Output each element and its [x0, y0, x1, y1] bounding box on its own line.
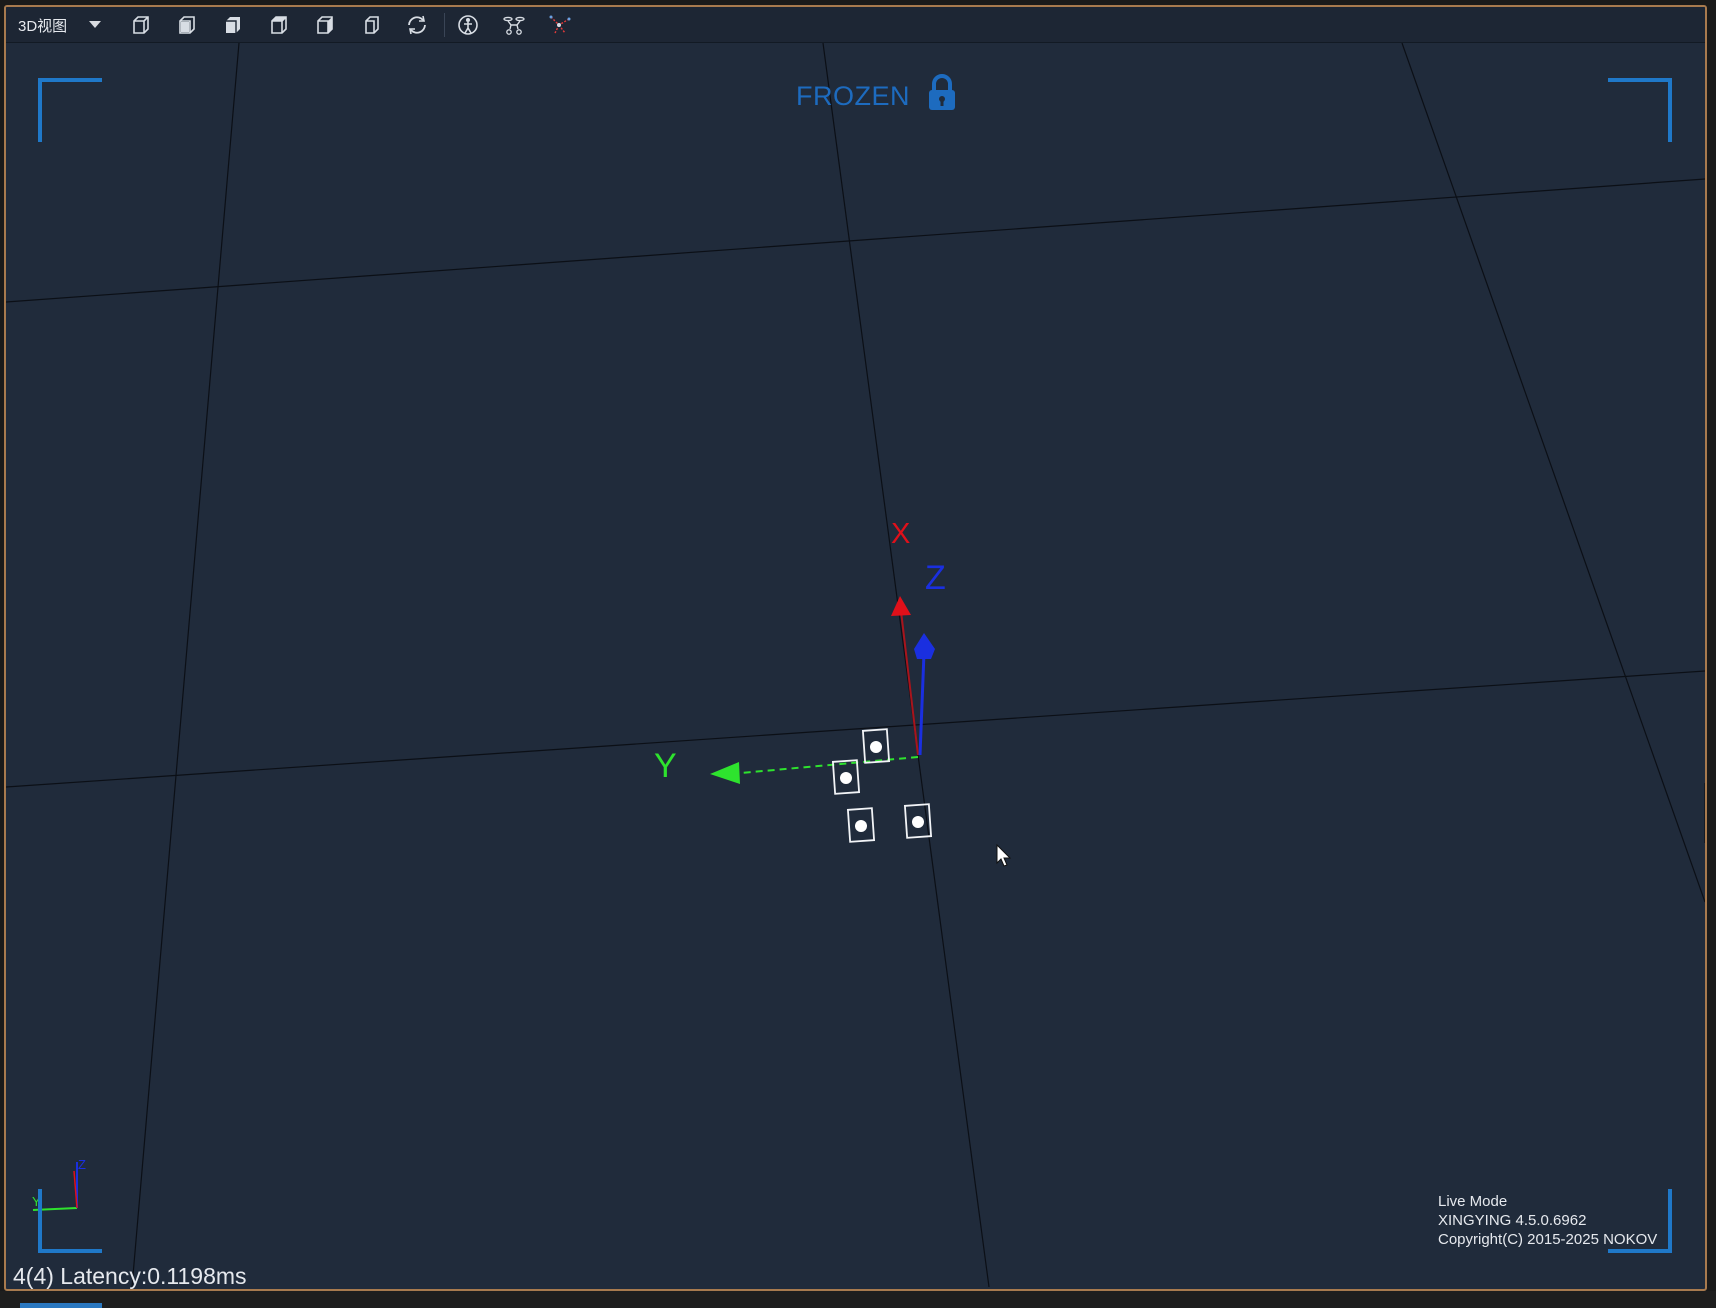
view-top-icon[interactable] [358, 13, 384, 37]
mode-label: Live Mode [1438, 1193, 1508, 1210]
view-mode-dropdown[interactable]: 3D视图 [6, 7, 114, 43]
z-axis: Z [914, 559, 946, 756]
corner-bracket-bottom-left [38, 1189, 102, 1253]
active-tab-indicator[interactable] [20, 1303, 102, 1308]
bottom-tab-bar [0, 1291, 1716, 1308]
3d-viewport[interactable]: Y X Z Y Z FROZEN 4(4) Latency:0.1198ms L… [6, 43, 1705, 1289]
gizmo-z-label: Z [78, 1157, 86, 1172]
view-right-icon[interactable] [312, 13, 338, 37]
y-axis: Y [654, 747, 919, 785]
view-back-icon[interactable] [220, 13, 246, 37]
y-axis-arrowhead [710, 762, 740, 784]
marker[interactable] [846, 807, 876, 843]
y-axis-label: Y [654, 747, 677, 785]
view-toolbar: 3D视图 [6, 7, 1705, 43]
marker[interactable] [831, 759, 861, 795]
view-perspective-icon[interactable] [128, 13, 154, 37]
floor-grid [6, 43, 1705, 1287]
toolbar-divider [444, 13, 445, 37]
frozen-indicator: FROZEN [796, 73, 958, 120]
viewport-window: 3D视图 Y X Z Y Z FROZEN 4(4) Latency:0.119… [4, 5, 1707, 1291]
scene-canvas[interactable]: Y X Z Y Z [6, 43, 1705, 1287]
view-front-icon[interactable] [174, 13, 200, 37]
app-info: Live Mode XINGYING 4.5.0.6962 Copyright(… [1438, 1192, 1657, 1249]
copyright-label: Copyright(C) 2015-2025 NOKOV [1438, 1231, 1658, 1248]
x-axis-arrowhead [891, 596, 911, 616]
view-mode-label: 3D视图 [18, 17, 68, 35]
chevron-down-icon [89, 21, 101, 28]
grid-line [6, 670, 1705, 788]
view-left-icon[interactable] [266, 13, 292, 37]
window-edge [1707, 5, 1716, 1308]
marker[interactable] [861, 728, 891, 764]
z-axis-arrowhead [914, 633, 935, 659]
z-axis-label: Z [925, 559, 946, 597]
grid-line [822, 43, 990, 1287]
drone-icon[interactable] [501, 13, 527, 37]
x-axis-label: X [891, 518, 910, 550]
frozen-label: FROZEN [796, 81, 910, 111]
reset-view-icon[interactable] [404, 13, 430, 37]
corner-bracket-top-right [1608, 78, 1672, 142]
grid-line [1401, 43, 1705, 903]
corner-bracket-top-left [38, 78, 102, 142]
marker-trace-icon[interactable] [547, 13, 573, 37]
skeleton-icon[interactable] [455, 13, 481, 37]
mouse-cursor-icon [996, 843, 1012, 867]
grid-line [131, 43, 240, 1287]
lock-icon [926, 73, 958, 120]
x-axis: X [891, 518, 919, 756]
latency-status: 4(4) Latency:0.1198ms [13, 1263, 247, 1289]
version-label: XINGYING 4.5.0.6962 [1438, 1212, 1587, 1229]
